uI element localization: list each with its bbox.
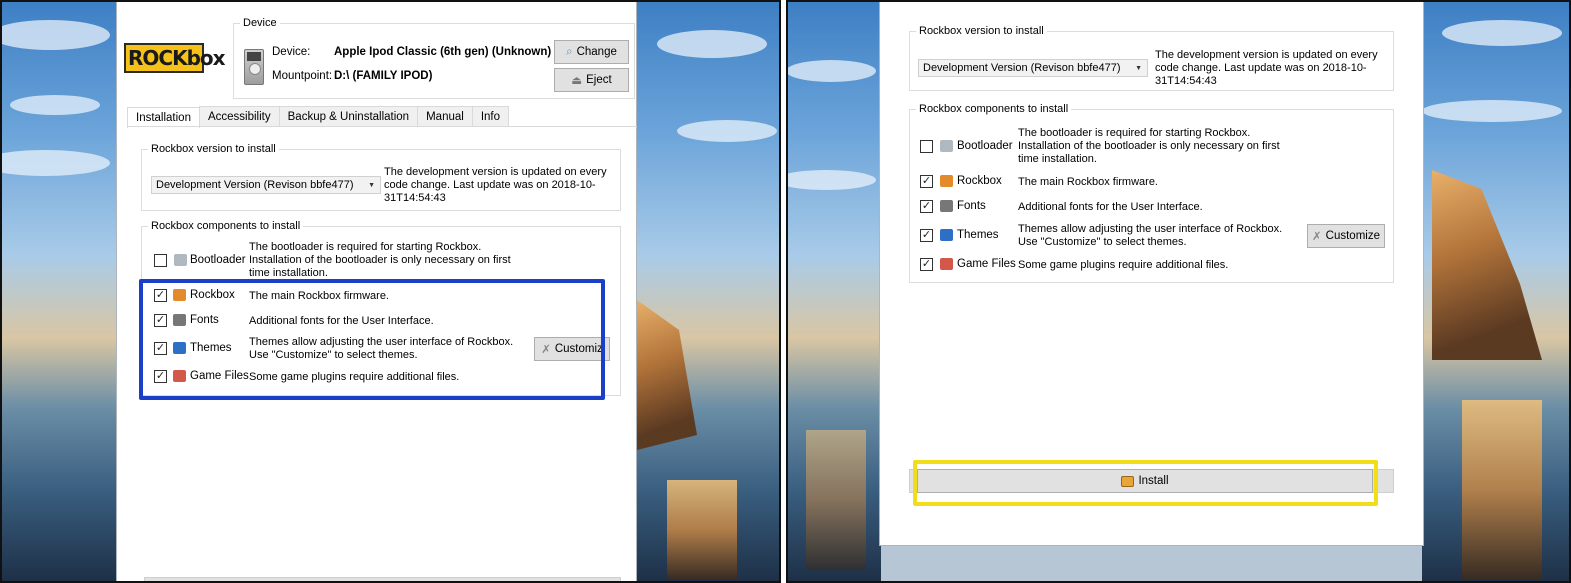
bootloader-description: The bootloader is required for starting … xyxy=(249,241,511,277)
mountpoint-label: Mountpoint: xyxy=(272,70,333,82)
install-highlight xyxy=(913,460,1378,506)
fonts-description: Additional fonts for the User Interface. xyxy=(1018,201,1203,213)
tools-icon xyxy=(940,140,953,152)
ipod-icon xyxy=(244,49,264,85)
rockbox-utility-window: Device ROCKbox Device: Apple Ipod Classi… xyxy=(116,0,637,583)
themes-label: Themes xyxy=(957,229,999,241)
tab-backup-uninstallation[interactable]: Backup & Uninstallation xyxy=(278,106,419,127)
game-files-label: Game Files xyxy=(957,258,1016,270)
game-icon xyxy=(940,258,953,270)
device-group-title: Device xyxy=(240,17,280,29)
tab-accessibility[interactable]: Accessibility xyxy=(198,106,280,127)
components-group-title: Rockbox components to install xyxy=(148,220,304,232)
chevron-down-icon: ▼ xyxy=(1135,64,1142,72)
change-button[interactable]: ⌕ Change xyxy=(554,40,629,64)
install-button-partial[interactable] xyxy=(144,577,621,583)
components-highlight xyxy=(139,279,605,400)
desktop-wallpaper-right xyxy=(637,0,781,583)
themes-icon xyxy=(940,229,953,241)
left-screenshot-panel: Device ROCKbox Device: Apple Ipod Classi… xyxy=(0,0,781,583)
version-select[interactable]: Development Version (Revison bbfe477) ▼ xyxy=(151,176,381,194)
version-select-value: Development Version (Revison bbfe477) xyxy=(923,62,1121,74)
rockbox-checkbox[interactable]: ✓ xyxy=(920,175,933,188)
device-value: Apple Ipod Classic (6th gen) (Unknown) xyxy=(334,46,552,58)
tools-icon xyxy=(174,254,187,266)
desktop-wallpaper-left xyxy=(0,0,116,583)
game-files-checkbox[interactable]: ✓ xyxy=(920,258,933,271)
version-group-title: Rockbox version to install xyxy=(148,143,279,155)
right-screenshot-panel: Rockbox version to install Development V… xyxy=(786,0,1571,583)
rockbox-utility-window: Rockbox version to install Development V… xyxy=(879,0,1424,546)
change-button-label: Change xyxy=(576,46,617,58)
rockbox-logo: ROCKbox xyxy=(124,43,226,73)
fonts-label: Fonts xyxy=(957,200,986,212)
main-tabs: Installation Accessibility Backup & Unin… xyxy=(127,106,509,128)
rockbox-icon xyxy=(940,175,953,187)
bootloader-checkbox[interactable] xyxy=(920,140,933,153)
fonts-checkbox[interactable]: ✓ xyxy=(920,200,933,213)
rockbox-label: Rockbox xyxy=(957,175,1002,187)
search-icon: ⌕ xyxy=(566,45,573,58)
customize-button-label: Customize xyxy=(1325,230,1380,242)
version-select[interactable]: Development Version (Revison bbfe477) ▼ xyxy=(918,59,1148,77)
eject-icon: ⏏ xyxy=(571,75,583,87)
bootloader-checkbox[interactable] xyxy=(154,254,167,267)
bootloader-description: The bootloader is required for starting … xyxy=(1018,127,1280,165)
themes-checkbox[interactable]: ✓ xyxy=(920,229,933,242)
themes-description: Themes allow adjusting the user interfac… xyxy=(1018,223,1283,248)
version-description: The development version is updated on ev… xyxy=(1155,49,1378,87)
version-description: The development version is updated on ev… xyxy=(384,166,607,204)
bootloader-label: Bootloader xyxy=(957,140,1013,152)
fonts-icon xyxy=(940,200,953,212)
components-group-title: Rockbox components to install xyxy=(916,103,1072,115)
version-group-title: Rockbox version to install xyxy=(916,25,1047,37)
desktop-wallpaper-right xyxy=(1422,0,1571,583)
eject-button[interactable]: ⏏ Eject xyxy=(554,68,629,92)
chevron-down-icon: ▼ xyxy=(368,181,375,189)
tab-info[interactable]: Info xyxy=(471,106,509,127)
component-row-bootloader: Bootloader The bootloader is required fo… xyxy=(144,241,618,277)
tab-installation[interactable]: Installation xyxy=(127,107,200,128)
tab-manual[interactable]: Manual xyxy=(417,106,473,127)
mountpoint-value: D:\ (FAMILY IPOD) xyxy=(334,70,433,82)
desktop-wallpaper-left xyxy=(786,0,881,583)
customize-button[interactable]: ✗ Customize xyxy=(1307,224,1385,248)
device-label: Device: xyxy=(272,46,311,58)
tools-icon: ✗ xyxy=(1312,231,1322,243)
bootloader-label: Bootloader xyxy=(190,254,246,266)
rockbox-description: The main Rockbox firmware. xyxy=(1018,176,1158,188)
game-files-description: Some game plugins require additional fil… xyxy=(1018,259,1229,271)
version-select-value: Development Version (Revison bbfe477) xyxy=(156,179,354,191)
eject-button-label: Eject xyxy=(586,74,612,86)
